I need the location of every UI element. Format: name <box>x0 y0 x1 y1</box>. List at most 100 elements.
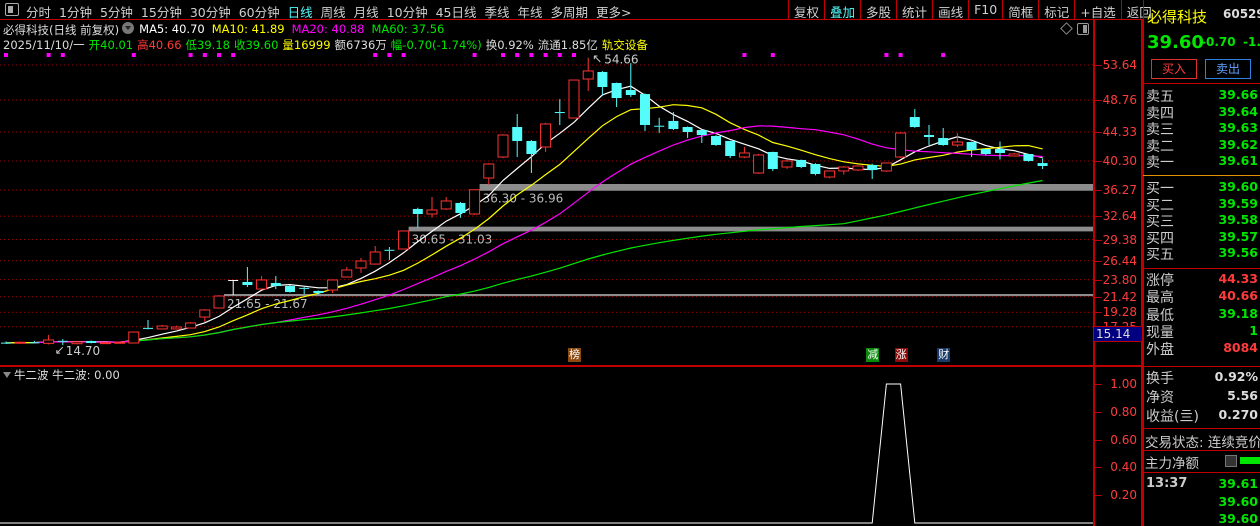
ask-row: 卖三 39.63 <box>1146 119 1260 138</box>
candle-body <box>696 130 707 135</box>
candle <box>980 148 991 156</box>
candle <box>43 335 55 345</box>
row-value: 39.57 <box>1218 228 1258 244</box>
signal-dot <box>515 53 520 57</box>
y-tick-label: 36.27 <box>1102 182 1137 197</box>
row-value: 1 <box>1249 322 1258 338</box>
price-change: -0.70 <box>1201 35 1236 49</box>
gap-label: 30.65 - 31.03 <box>412 232 493 246</box>
candle-body <box>738 152 750 158</box>
candle <box>412 207 423 228</box>
candle <box>228 279 239 295</box>
candle-body <box>838 166 850 172</box>
candle-body <box>14 341 26 344</box>
stat-row: 涨停 44.33 <box>1146 270 1260 289</box>
candle-body <box>128 331 140 344</box>
candle <box>426 196 438 218</box>
gap-label: 36.30 - 36.96 <box>483 192 564 206</box>
y-tick-label: 26.44 <box>1102 253 1137 268</box>
candle-body <box>909 117 920 128</box>
bid-row: 买五 39.56 <box>1146 244 1260 263</box>
tick-row: 39.60 <box>1146 493 1260 510</box>
signal-dot <box>231 53 236 57</box>
row-label: 换手 <box>1146 371 1174 387</box>
bid-row: 买一 39.60 <box>1146 178 1260 197</box>
signal-dot <box>60 53 65 57</box>
stat-row: 收益(亖) 0.270 <box>1146 406 1260 425</box>
y-tick-mark <box>1095 439 1102 441</box>
candle-body <box>440 200 452 210</box>
signal-dot <box>557 53 562 57</box>
candle <box>86 340 97 344</box>
stat-row: 外盘 8084 <box>1146 339 1260 358</box>
signal-dot <box>131 53 136 57</box>
candle-body <box>582 70 594 80</box>
gap-band <box>224 294 1093 297</box>
signal-dot <box>543 53 548 57</box>
ask-row: 卖二 39.62 <box>1146 136 1260 155</box>
candle-body <box>426 209 438 215</box>
candle <box>838 166 850 175</box>
candle <box>143 319 153 330</box>
divider <box>1143 83 1260 84</box>
candle-body <box>711 136 721 145</box>
signal-dot <box>401 53 406 57</box>
tick-price: 39.60 <box>1218 493 1258 509</box>
candle <box>696 129 707 143</box>
candle <box>14 341 26 344</box>
row-label: 买五 <box>1146 247 1174 263</box>
kline-chart[interactable]: 36.30 - 36.9630.65 - 31.0321.65 - 21.67↖… <box>0 0 1093 526</box>
candle-body <box>796 159 807 168</box>
row-value: 39.64 <box>1218 103 1258 119</box>
event-badge[interactable]: 财 <box>937 348 951 362</box>
event-badge[interactable]: 涨 <box>894 348 908 362</box>
candle <box>852 165 864 172</box>
y-tick-mark <box>1095 411 1102 413</box>
y-tick-mark <box>1095 239 1102 241</box>
candle <box>483 163 495 185</box>
subchart-divider <box>0 365 1143 367</box>
candle-body <box>384 249 395 251</box>
candle-body <box>256 279 268 290</box>
signal-dot <box>770 53 775 57</box>
signal-dot <box>387 53 392 57</box>
price-axis: 53.64 48.76 44.33 40.30 36.27 32.64 29.38 26.44… <box>1093 20 1143 526</box>
candle <box>99 341 111 345</box>
candle <box>497 134 509 159</box>
y-tick-mark <box>1095 279 1102 281</box>
signal-dot <box>742 53 747 57</box>
candle-body <box>242 281 253 285</box>
row-value: 44.33 <box>1218 271 1258 286</box>
event-badge[interactable]: 榜 <box>568 348 581 362</box>
candle-body <box>143 327 153 329</box>
row-value: 39.58 <box>1218 212 1258 227</box>
candle <box>753 153 765 174</box>
ma10-line <box>5 104 1043 344</box>
row-label: 卖一 <box>1146 155 1174 171</box>
indicator-y-tick: 0.40 <box>1110 460 1137 475</box>
dropdown-triangle-icon[interactable] <box>3 372 11 378</box>
sell-button[interactable]: 卖出 <box>1205 59 1251 79</box>
list-icon[interactable] <box>1225 455 1237 467</box>
buy-button[interactable]: 买入 <box>1151 59 1197 79</box>
candle-body <box>625 90 636 95</box>
y-tick-mark <box>1095 189 1102 191</box>
candle-body <box>156 325 168 330</box>
candle-body <box>654 125 665 127</box>
candle-body <box>824 170 836 178</box>
event-badge[interactable]: 减 <box>866 348 880 362</box>
candle <box>469 189 481 215</box>
candle <box>781 159 793 169</box>
row-label: 收益(亖) <box>1146 409 1199 425</box>
divider <box>1143 472 1260 473</box>
candle-body <box>185 322 197 329</box>
signal-dot <box>46 53 51 57</box>
axis-divider <box>1093 365 1143 367</box>
quote-panel: 必得科技 605298 39.60 -0.70 -1.74% 买入 卖出 卖五3… <box>1143 0 1260 526</box>
ask-row: 卖五 39.66 <box>1146 86 1260 105</box>
y-tick-mark <box>1095 216 1102 218</box>
candle-body <box>668 120 679 130</box>
indicator-name[interactable]: 牛二波 <box>14 368 49 382</box>
candle-body <box>213 295 225 309</box>
candle-body <box>369 251 381 265</box>
